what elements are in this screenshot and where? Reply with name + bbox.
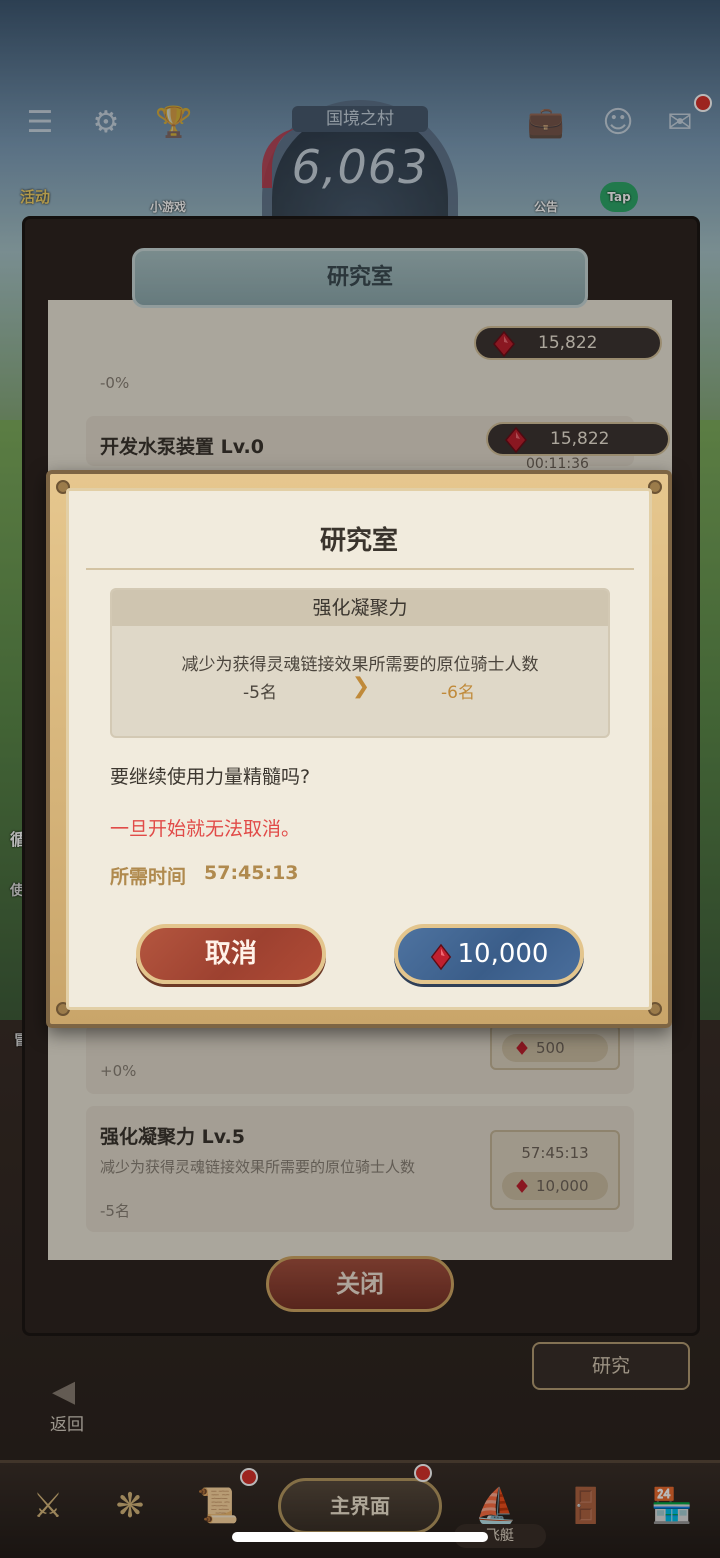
warning-text: 一旦开始就无法取消。	[110, 818, 301, 840]
current-value: -5名	[243, 683, 277, 703]
confirm-spend-button[interactable]: 10,000	[394, 924, 584, 984]
next-value: -6名	[441, 683, 475, 703]
home-indicator	[232, 1532, 488, 1542]
chevron-right-icon: ❯	[351, 674, 371, 699]
cancel-label: 取消	[204, 939, 257, 969]
gem-icon	[430, 943, 452, 971]
required-time-value: 57:45:13	[204, 862, 299, 884]
skill-name: 强化凝聚力	[112, 590, 608, 626]
spend-cost: 10,000	[457, 939, 549, 969]
title-divider	[86, 568, 634, 570]
dialog-title: 研究室	[319, 526, 398, 556]
skill-description: 减少为获得灵魂链接效果所需要的原位骑士人数	[181, 655, 539, 675]
cancel-button[interactable]: 取消	[136, 924, 326, 984]
confirm-question: 要继续使用力量精髓吗?	[110, 766, 311, 788]
required-time-label: 所需时间	[110, 866, 187, 888]
